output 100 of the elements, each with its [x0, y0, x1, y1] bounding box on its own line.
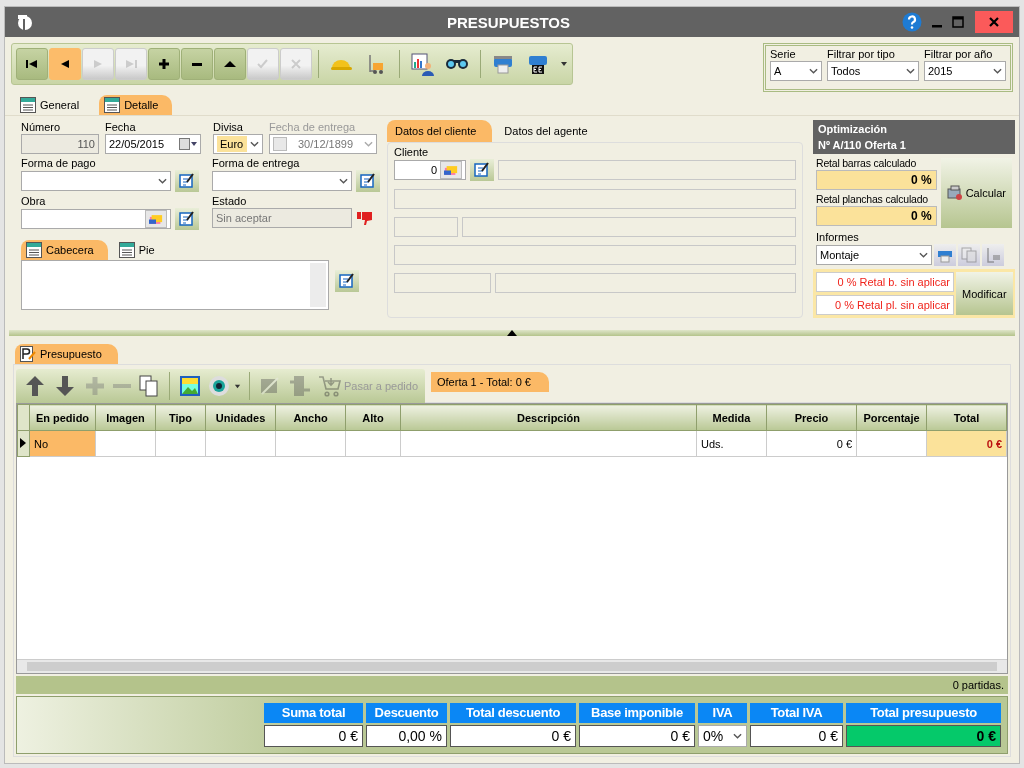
postal-code-field [394, 217, 458, 237]
picture-icon [178, 374, 202, 398]
field-label: Divisa [213, 120, 244, 134]
chevron-down-icon[interactable] [906, 68, 915, 74]
edit-button[interactable] [175, 208, 199, 230]
modify-button[interactable]: Modificar [956, 272, 1013, 315]
total-label: IVA [698, 703, 747, 723]
field-label: Número [21, 120, 62, 134]
edit-icon [360, 173, 376, 189]
edit-icon [474, 162, 490, 178]
edit-button[interactable] [175, 170, 199, 192]
field-label: Fecha [105, 120, 137, 134]
help-icon[interactable] [902, 12, 922, 32]
column-header[interactable]: Descripción [400, 404, 697, 431]
lookup-button[interactable] [440, 161, 462, 179]
chevron-down-icon[interactable] [733, 733, 742, 739]
edit-button[interactable] [356, 170, 380, 192]
maximize-icon[interactable] [952, 16, 964, 28]
column-header[interactable]: Alto [345, 404, 401, 431]
report-select[interactable]: Montaje [816, 245, 932, 265]
edit-icon [339, 273, 355, 289]
total-value: 0 € [846, 725, 1001, 747]
column-header[interactable]: Tipo [155, 404, 206, 431]
optimization-subtitle: Nº A/110 Oferta 1 [818, 139, 907, 151]
up-icon [224, 61, 236, 67]
column-header[interactable]: Ancho [275, 404, 346, 431]
field-label: Informes [816, 231, 859, 243]
filter-select[interactable]: A [770, 61, 822, 81]
minus-icon [113, 384, 131, 388]
horizontal-scrollbar[interactable] [17, 659, 1007, 673]
unapplied-value: 0 % Retal pl. sin aplicar [816, 295, 954, 315]
folder-icon [149, 213, 163, 225]
form-icon [104, 97, 121, 113]
chevron-down-icon[interactable] [919, 252, 928, 258]
up-button[interactable] [214, 48, 246, 80]
chevron-down-icon[interactable] [809, 68, 818, 74]
number-field: 110 [21, 134, 99, 154]
total-value: 0 € [264, 725, 363, 747]
optimization-title: Optimización [818, 123, 889, 135]
edit-icon [179, 211, 195, 227]
column-header[interactable]: Unidades [205, 404, 276, 431]
edit-button[interactable] [470, 159, 494, 181]
edit-button[interactable] [335, 270, 359, 292]
client-field[interactable]: 0 [394, 160, 466, 180]
tab[interactable]: Detalle [99, 95, 173, 115]
lookup-button[interactable] [145, 210, 167, 228]
field-label: Obra [21, 194, 47, 208]
value-field: 0 % [816, 170, 937, 190]
item-count: 0 partidas. [952, 679, 1004, 691]
column-header[interactable]: Total [926, 404, 1007, 431]
column-header[interactable]: En pedido [29, 404, 96, 431]
collapse-icon[interactable] [507, 330, 517, 336]
chevron-down-icon[interactable] [993, 68, 1002, 74]
tab[interactable]: Datos del agente [496, 120, 604, 142]
offer-tab[interactable]: Oferta 1 - Total: 0 € [431, 372, 549, 392]
prev-button[interactable] [49, 48, 81, 80]
filter-select[interactable]: 2015 [924, 61, 1006, 81]
filter-label: Serie [770, 47, 797, 61]
total-label: Total descuento [450, 703, 576, 723]
caret-icon[interactable] [560, 60, 568, 68]
date-field[interactable]: 22/05/2015 [105, 134, 201, 154]
filter-select[interactable]: Todos [827, 61, 919, 81]
tab[interactable]: General [15, 95, 94, 115]
first-button[interactable] [16, 48, 48, 80]
total-value: 0 € [750, 725, 843, 747]
print-button[interactable] [934, 244, 956, 266]
table-cell: Uds. [696, 430, 767, 457]
column-header[interactable]: Precio [766, 404, 857, 431]
chevron-down-icon[interactable] [339, 178, 348, 184]
thumbs-down-icon [356, 210, 374, 226]
tab[interactable]: Presupuesto [15, 344, 118, 364]
calculate-button[interactable]: Calcular [940, 158, 1012, 228]
form-icon [26, 242, 42, 258]
form-icon [20, 97, 36, 113]
chevron-down-icon[interactable] [250, 141, 259, 147]
vat-select[interactable]: 0% [698, 725, 747, 747]
table-cell: No [29, 430, 96, 457]
field-label: Estado [212, 194, 248, 208]
total-label: Base imponible [579, 703, 695, 723]
value-field: 0 % [816, 206, 937, 226]
close-button[interactable] [975, 11, 1013, 33]
eye-icon [208, 374, 232, 398]
form-icon [118, 242, 135, 258]
site-field[interactable] [21, 209, 171, 229]
chevron-down-icon[interactable] [158, 178, 167, 184]
column-header[interactable]: Medida [696, 404, 767, 431]
forklift-icon [985, 247, 1001, 263]
cart-icon [318, 374, 342, 398]
column-header[interactable]: Imagen [95, 404, 156, 431]
tab[interactable]: Pie [113, 240, 169, 260]
unapplied-value: 0 % Retal b. sin aplicar [816, 272, 954, 292]
currency-select[interactable]: Euro [213, 134, 263, 154]
add-button[interactable] [148, 48, 180, 80]
prev-icon [61, 60, 69, 68]
remove-button[interactable] [181, 48, 213, 80]
tab[interactable]: Datos del cliente [387, 120, 493, 142]
tab[interactable]: Cabecera [21, 240, 108, 260]
table-cell: 0 € [926, 430, 1007, 457]
calendar-icon[interactable] [179, 138, 197, 150]
column-header[interactable]: Porcentaje [856, 404, 927, 431]
